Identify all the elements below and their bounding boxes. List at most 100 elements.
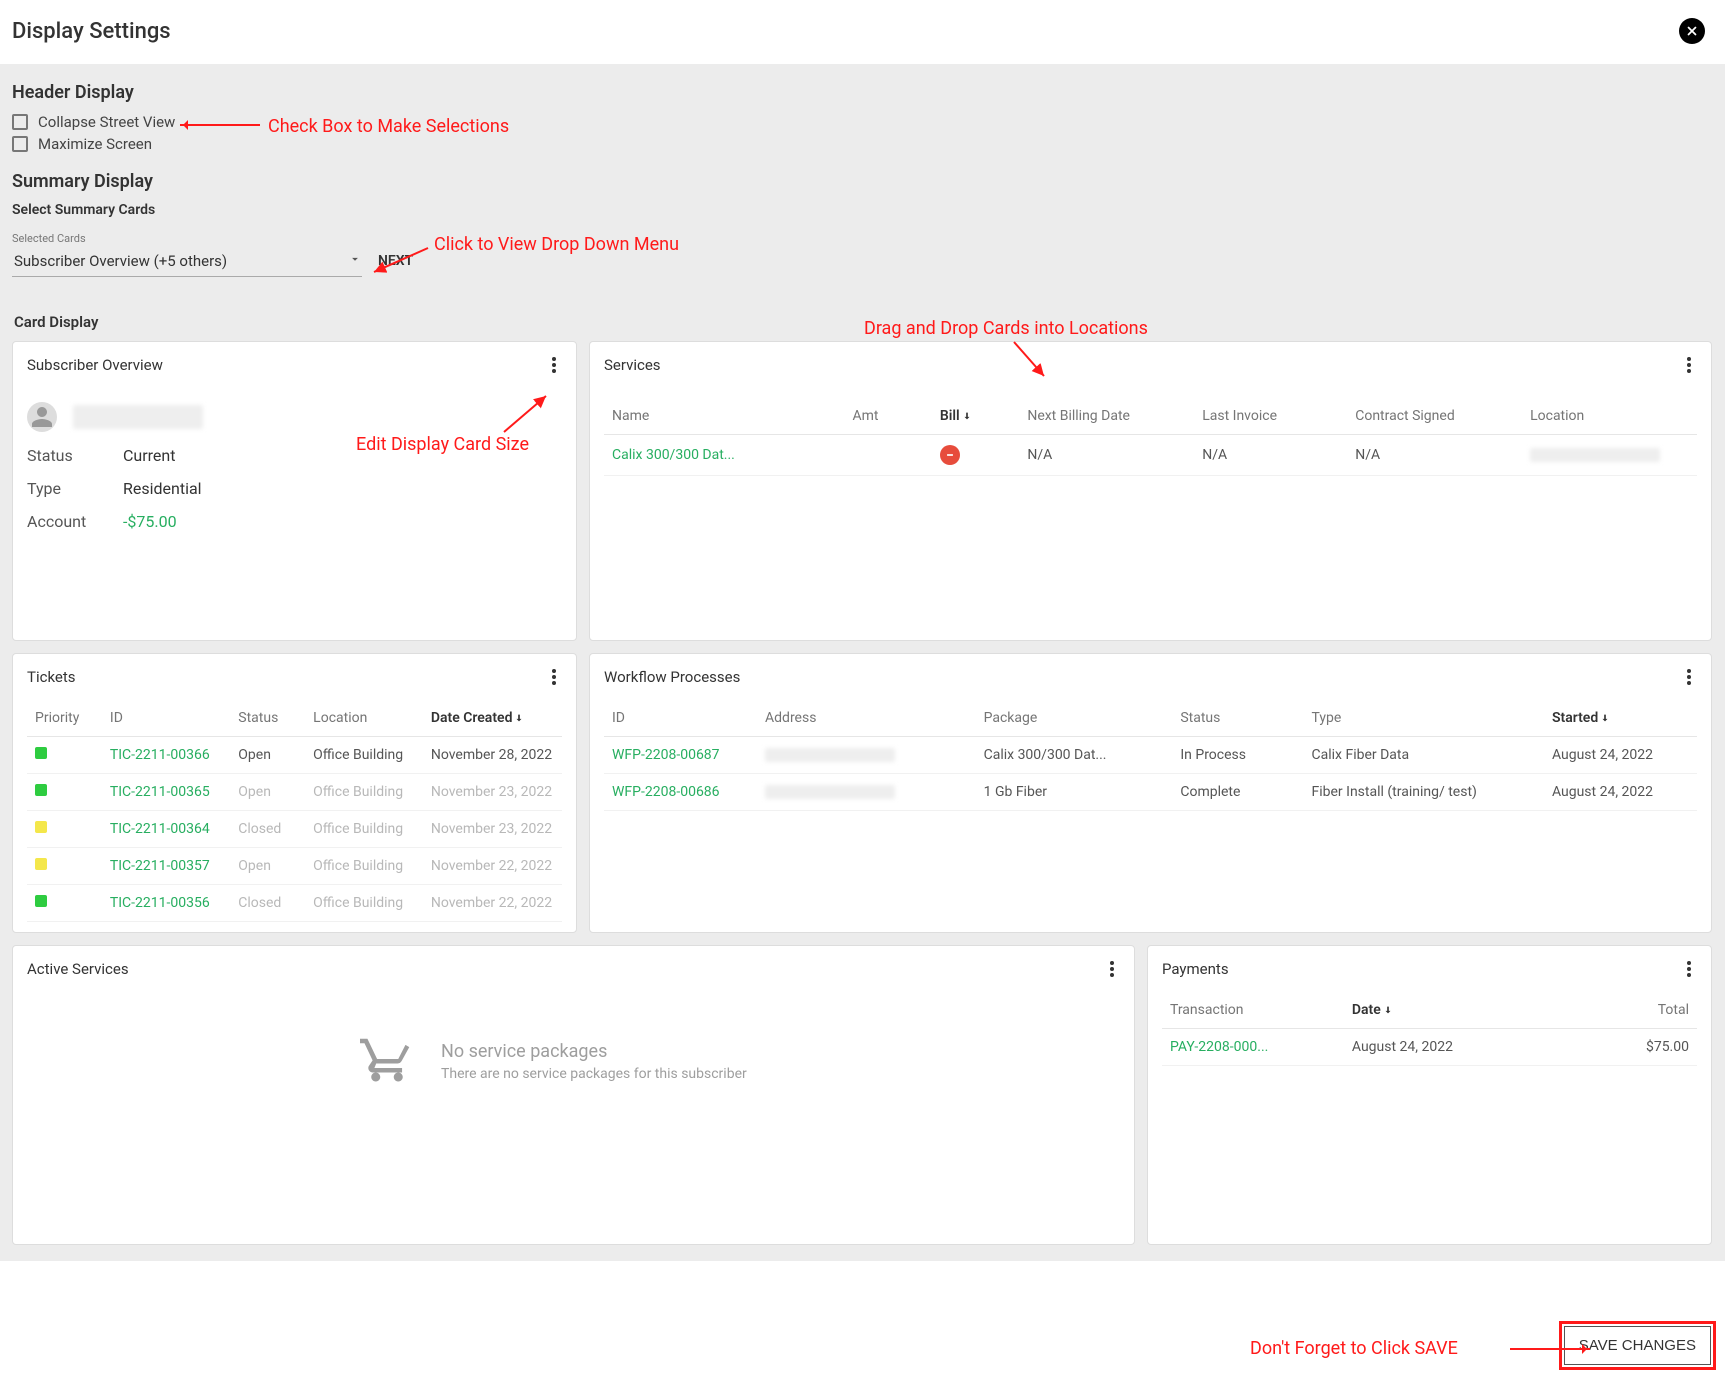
col-location[interactable]: Location [1522, 398, 1697, 435]
table-row[interactable]: TIC-2211-00366OpenOffice BuildingNovembe… [27, 737, 562, 774]
card-body: Priority ID Status Location Date Created… [13, 700, 576, 932]
table-row[interactable]: TIC-2211-00365OpenOffice BuildingNovembe… [27, 774, 562, 811]
next-button[interactable]: NEXT [378, 253, 413, 269]
col-txn[interactable]: Transaction [1162, 992, 1344, 1029]
location-redacted [1530, 448, 1660, 462]
ticket-id-link[interactable]: TIC-2211-00356 [102, 885, 230, 922]
subscriber-name-row [27, 402, 562, 432]
collapse-street-label: Collapse Street View [38, 113, 175, 131]
table-row[interactable]: WFP-2208-006861 Gb FiberCompleteFiber In… [604, 774, 1697, 811]
workflow-id-link[interactable]: WFP-2208-00686 [604, 774, 757, 811]
col-date[interactable]: Date Created [423, 700, 562, 737]
priority-indicator [35, 747, 47, 759]
card-header: Payments [1148, 946, 1711, 992]
card-title: Workflow Processes [604, 668, 740, 686]
subscriber-overview-card[interactable]: Subscriber Overview StatusCurrent TypeRe… [12, 341, 577, 641]
col-type[interactable]: Type [1304, 700, 1544, 737]
col-bill[interactable]: Bill [932, 398, 1019, 435]
card-body: StatusCurrent TypeResidential Account-$7… [13, 388, 576, 640]
workflow-card[interactable]: Workflow Processes ID Address Package St… [589, 653, 1712, 933]
card-title: Services [604, 356, 661, 374]
card-header: Workflow Processes [590, 654, 1711, 700]
col-total[interactable]: Total [1558, 992, 1697, 1029]
card-menu-button[interactable] [546, 354, 562, 376]
card-menu-button[interactable] [1681, 354, 1697, 376]
arrow-down-icon [960, 408, 972, 424]
table-row[interactable]: TIC-2211-00364ClosedOffice BuildingNovem… [27, 811, 562, 848]
col-priority[interactable]: Priority [27, 700, 102, 737]
col-amt[interactable]: Amt [844, 398, 931, 435]
header-display-heading: Header Display [12, 82, 1713, 103]
priority-indicator [35, 895, 47, 907]
arrow-down-icon [1381, 1002, 1393, 1018]
close-button[interactable] [1679, 18, 1705, 44]
status-row: StatusCurrent [27, 446, 562, 465]
payments-card[interactable]: Payments Transaction Date Total PAY-2208… [1147, 945, 1712, 1245]
col-contract[interactable]: Contract Signed [1347, 398, 1522, 435]
table-row[interactable]: TIC-2211-00357OpenOffice BuildingNovembe… [27, 848, 562, 885]
card-body: ID Address Package Status Type Started W… [590, 700, 1711, 932]
col-started[interactable]: Started [1544, 700, 1697, 737]
address-redacted [765, 748, 895, 762]
summary-cards-select[interactable]: Subscriber Overview (+5 others) [12, 245, 362, 277]
col-name[interactable]: Name [604, 398, 844, 435]
card-menu-button[interactable] [1681, 958, 1697, 980]
maximize-screen-checkbox[interactable] [12, 136, 28, 152]
card-row-2: Tickets Priority ID Status Location Date… [12, 653, 1713, 933]
payment-id-link[interactable]: PAY-2208-000... [1162, 1029, 1344, 1066]
card-row-1: Subscriber Overview StatusCurrent TypeRe… [12, 341, 1713, 641]
cart-icon [357, 1032, 417, 1090]
empty-title: No service packages [441, 1041, 747, 1062]
card-header: Subscriber Overview [13, 342, 576, 388]
type-row: TypeResidential [27, 479, 562, 498]
card-menu-button[interactable] [546, 666, 562, 688]
card-menu-button[interactable] [1104, 958, 1120, 980]
summary-display-heading: Summary Display [12, 171, 1713, 192]
service-name-link[interactable]: Calix 300/300 Dat... [604, 435, 844, 476]
col-id[interactable]: ID [604, 700, 757, 737]
col-status[interactable]: Status [230, 700, 305, 737]
col-last[interactable]: Last Invoice [1194, 398, 1347, 435]
active-services-card[interactable]: Active Services No service packages Ther… [12, 945, 1135, 1245]
chevron-down-icon [348, 251, 362, 270]
ticket-id-link[interactable]: TIC-2211-00365 [102, 774, 230, 811]
ticket-id-link[interactable]: TIC-2211-00364 [102, 811, 230, 848]
priority-indicator [35, 858, 47, 870]
col-package[interactable]: Package [976, 700, 1173, 737]
ticket-id-link[interactable]: TIC-2211-00366 [102, 737, 230, 774]
card-header: Active Services [13, 946, 1134, 992]
table-row[interactable]: Calix 300/300 Dat...N/AN/AN/A [604, 435, 1697, 476]
col-id[interactable]: ID [102, 700, 230, 737]
save-changes-button[interactable]: SAVE CHANGES [1564, 1326, 1711, 1365]
payments-table: Transaction Date Total PAY-2208-000...Au… [1162, 992, 1697, 1066]
card-title: Active Services [27, 960, 129, 978]
table-row[interactable]: PAY-2208-000...August 24, 2022$75.00 [1162, 1029, 1697, 1066]
col-status[interactable]: Status [1172, 700, 1303, 737]
col-address[interactable]: Address [757, 700, 976, 737]
ticket-id-link[interactable]: TIC-2211-00357 [102, 848, 230, 885]
dialog-body: Header Display Collapse Street View Maxi… [0, 64, 1725, 1261]
collapse-street-checkbox[interactable] [12, 114, 28, 130]
col-next[interactable]: Next Billing Date [1019, 398, 1194, 435]
maximize-screen-row[interactable]: Maximize Screen [12, 135, 1713, 153]
summary-select-row: Subscriber Overview (+5 others) NEXT [12, 245, 1713, 277]
avatar-icon [27, 402, 57, 432]
card-body: Transaction Date Total PAY-2208-000...Au… [1148, 992, 1711, 1244]
empty-subtitle: There are no service packages for this s… [441, 1066, 747, 1082]
services-card[interactable]: Services Name Amt Bill Next Billing Date… [589, 341, 1712, 641]
table-row[interactable]: TIC-2211-00356ClosedOffice BuildingNovem… [27, 885, 562, 922]
collapse-street-row[interactable]: Collapse Street View [12, 113, 1713, 131]
tickets-card[interactable]: Tickets Priority ID Status Location Date… [12, 653, 577, 933]
workflow-id-link[interactable]: WFP-2208-00687 [604, 737, 757, 774]
empty-state: No service packages There are no service… [27, 1002, 1120, 1090]
card-menu-button[interactable] [1681, 666, 1697, 688]
col-date[interactable]: Date [1344, 992, 1558, 1029]
col-location[interactable]: Location [305, 700, 423, 737]
workflow-table: ID Address Package Status Type Started W… [604, 700, 1697, 811]
table-row[interactable]: WFP-2208-00687Calix 300/300 Dat...In Pro… [604, 737, 1697, 774]
card-title: Payments [1162, 960, 1229, 978]
card-body: No service packages There are no service… [13, 992, 1134, 1244]
card-header: Services [590, 342, 1711, 388]
card-display-heading: Card Display [14, 313, 1713, 331]
address-redacted [765, 785, 895, 799]
